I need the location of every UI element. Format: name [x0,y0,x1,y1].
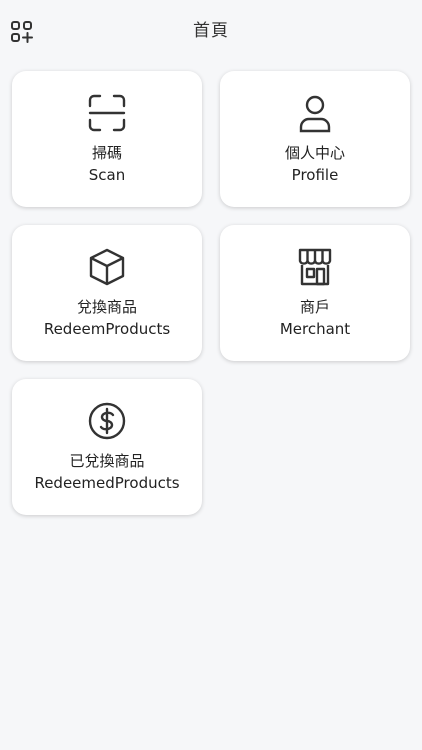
scan-card[interactable]: 掃碼 Scan [12,71,202,207]
redeemed-products-card[interactable]: 已兌換商品 RedeemedProducts [12,379,202,515]
app-header: 首頁 [0,0,422,62]
dollar-coin-icon [87,401,127,441]
card-label-en: RedeemProducts [43,320,171,338]
card-label-zh: 個人中心 [284,144,345,162]
user-icon [295,93,335,133]
card-label-en: Merchant [279,320,351,338]
card-label-zh: 已兌換商品 [69,452,145,470]
card-label-en: Scan [88,166,126,184]
page-title: 首頁 [193,21,229,41]
profile-card[interactable]: 個人中心 Profile [220,71,410,207]
merchant-card[interactable]: 商戶 Merchant [220,225,410,361]
scan-icon [87,93,127,133]
card-label-en: Profile [291,166,339,184]
redeem-products-card[interactable]: 兌換商品 RedeemProducts [12,225,202,361]
card-label-en: RedeemedProducts [34,474,180,492]
card-label-zh: 兌換商品 [76,298,137,316]
store-icon [295,247,335,287]
card-label-zh: 商戶 [299,298,330,316]
card-label-zh: 掃碼 [91,144,122,162]
box-icon [87,247,127,287]
